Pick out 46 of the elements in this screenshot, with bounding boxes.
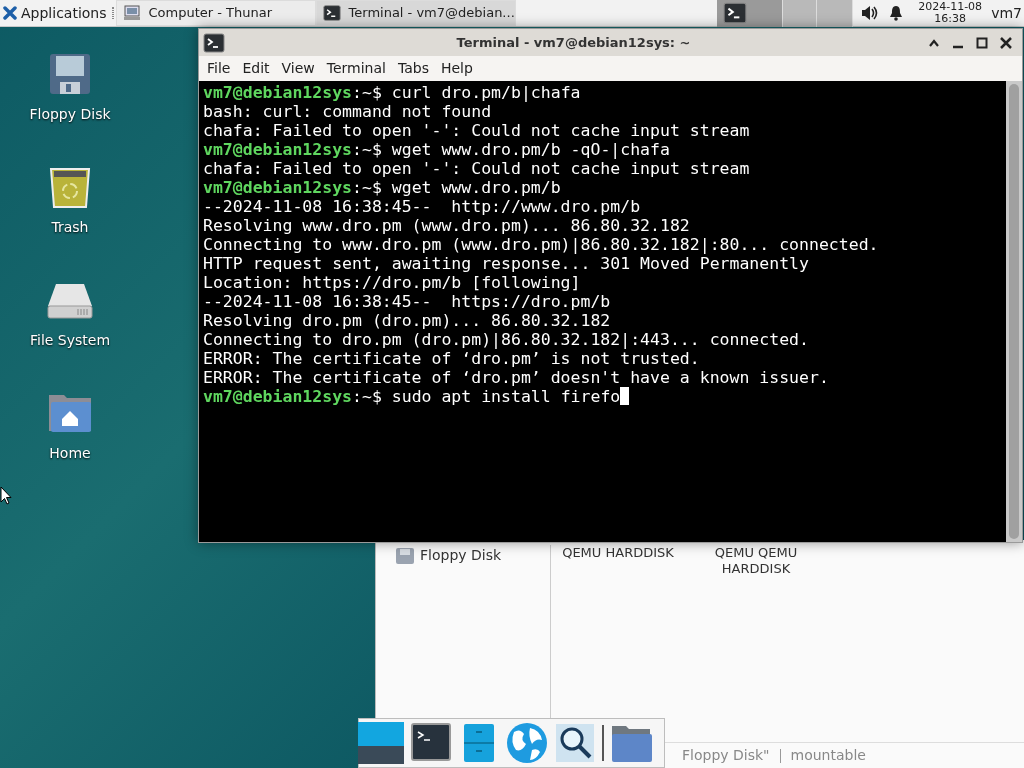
menu-item[interactable]: Help [436,58,477,79]
desktop-icon-label[interactable]: Home [49,443,91,464]
output-line: Connecting to dro.pm (dro.pm)|86.80.32.182|:443... connected. [203,330,810,349]
output-line: --2024-11-08 16:38:45-- http://www.dro.pm/b [203,197,642,216]
output-line: ERROR: The certificate of ‘dro.pm’ doesn't have a known issuer. [203,368,830,387]
command-text: wget www.dro.pm/b -qO-|chafa [391,140,670,159]
prompt-user: vm7@debian12sys [203,387,352,406]
menu-item[interactable]: Tabs [393,58,433,79]
command-text: sudo apt install firefo [391,387,621,406]
command-text: wget www.dro.pm/b [391,178,561,197]
output-line: --2024-11-08 16:38:45-- https://dro.pm/b [203,292,612,311]
command-text: curl dro.pm/b|chafa [391,83,581,102]
status-text: Floppy Disk" [682,746,770,765]
output-line: Location: https://dro.pm/b [following] [203,273,582,292]
output-line: Resolving dro.pm (dro.pm)... 86.80.32.182 [203,311,612,330]
window-title: Terminal - vm7@debian12sys: ~ [455,33,692,52]
output-line: Connecting to www.dro.pm (www.dro.pm)|86.80.32.182|:80... connected. [203,235,880,254]
prompt-path: :~$ [352,140,383,159]
prompt-user: vm7@debian12sys [203,83,352,102]
prompt-user: vm7@debian12sys [203,140,352,159]
taskbar-button[interactable]: Computer - Thunar [115,0,316,26]
output-line: HTTP request sent, awaiting response... 301 Moved Permanently [203,254,810,273]
output-line: Resolving www.dro.pm (www.dro.pm)... 86.80.32.182 [203,216,691,235]
status-text: mountable [790,746,866,765]
desktop-icon-label[interactable]: Floppy Disk [29,104,111,125]
output-line: chafa: Failed to open '-': Could not cache input stream [203,121,751,140]
clock[interactable]: 2024-11-08 16:38 [915,1,986,25]
output-line: ERROR: The certificate of ‘dro.pm’ is not trusted. [203,349,701,368]
prompt-path: :~$ [352,387,383,406]
prompt-user: vm7@debian12sys [203,178,352,197]
output-line: chafa: Failed to open '-': Could not cache input stream [203,159,751,178]
menu-item[interactable]: File [203,58,235,79]
prompt-path: :~$ [352,178,383,197]
desktop-icon-label[interactable]: Trash [51,217,89,238]
device-label[interactable]: QEMU QEMU HARDDISK [697,545,815,577]
menu-item[interactable]: Edit [238,58,274,79]
desktop-icon-label[interactable]: File System [29,330,111,351]
sidebar-item[interactable]: Floppy Disk [396,545,550,566]
output-line: bash: curl: command not found [203,102,493,121]
menu-item[interactable]: View [277,58,319,79]
menu-item[interactable]: Terminal [322,58,390,79]
device-label[interactable]: QEMU HARDDISK [559,545,677,561]
prompt-path: :~$ [352,83,383,102]
user-name[interactable]: vm7 [991,2,1024,24]
taskbar-button[interactable]: Terminal - vm7@debian... [315,0,516,26]
applications-menu[interactable]: Applications [0,0,110,26]
